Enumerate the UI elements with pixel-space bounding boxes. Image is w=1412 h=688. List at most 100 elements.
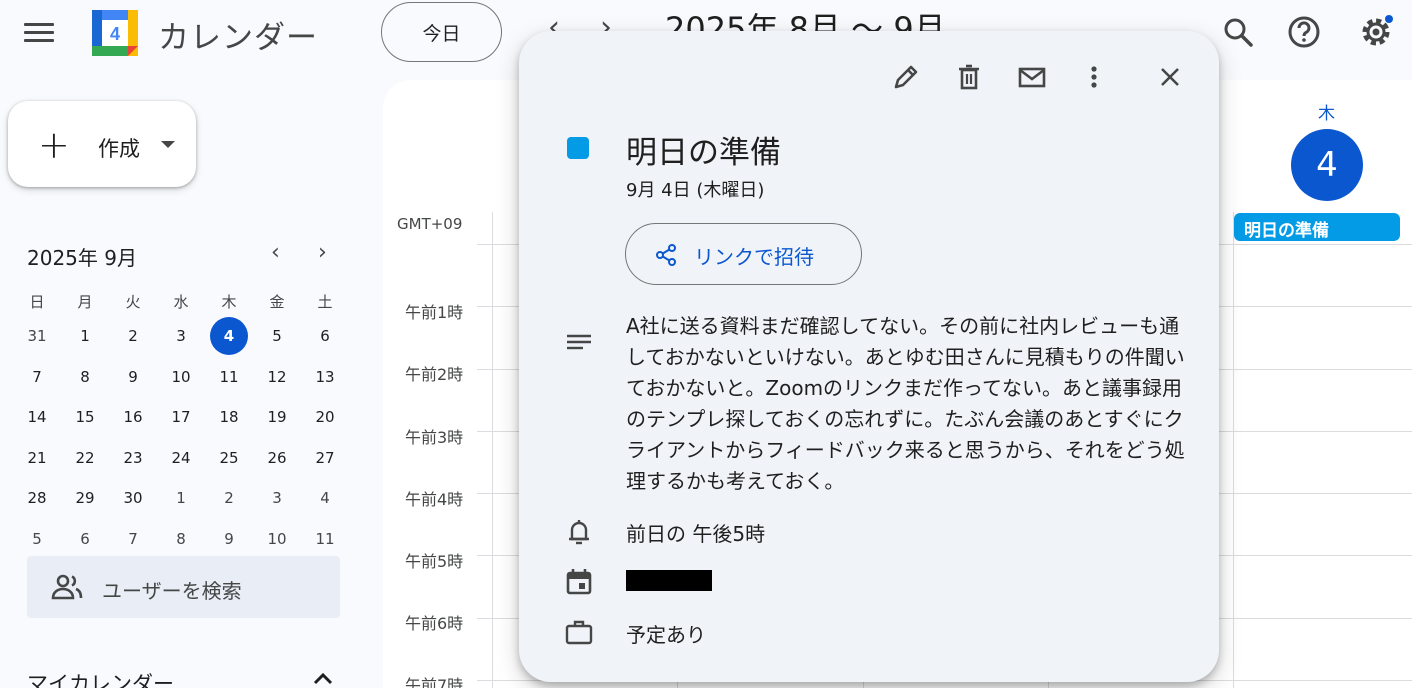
mini-calendar-day[interactable]: 14 xyxy=(13,408,61,426)
invite-by-link-button[interactable]: リンクで招待 xyxy=(625,223,862,285)
hour-label: 午前1時 xyxy=(405,303,464,322)
mini-calendar-day[interactable]: 28 xyxy=(13,489,61,507)
bell-icon xyxy=(569,520,589,545)
mini-calendar-day-label: 2 xyxy=(224,489,234,508)
email-icon[interactable] xyxy=(1016,61,1048,93)
mini-calendar-day-label: 21 xyxy=(27,448,47,467)
mini-calendar-day[interactable]: 29 xyxy=(61,489,109,507)
mini-calendar-day-label: 3 xyxy=(176,327,186,346)
app-title: カレンダー xyxy=(158,20,318,56)
mini-calendar-day[interactable]: 27 xyxy=(301,449,349,467)
main-menu-button[interactable] xyxy=(24,20,56,44)
mini-calendar-day[interactable]: 9 xyxy=(205,530,253,548)
menu-icon-bar xyxy=(24,31,54,34)
event-title: 明日の準備 xyxy=(626,135,781,171)
mini-calendar-day-label: 4 xyxy=(210,317,248,356)
mini-calendar-day[interactable]: 22 xyxy=(61,449,109,467)
weekday-label: 木 xyxy=(221,292,237,311)
mini-calendar-day-label: 1 xyxy=(80,327,90,346)
chevron-up-icon[interactable] xyxy=(312,668,334,688)
mini-calendar-day-label: 10 xyxy=(171,367,191,386)
mini-calendar-day[interactable]: 4 xyxy=(301,489,349,507)
mini-calendar-day-label: 18 xyxy=(219,408,239,427)
more-options-icon[interactable] xyxy=(1078,61,1110,93)
mini-calendar-day[interactable]: 20 xyxy=(301,408,349,426)
user-search-field[interactable]: ユーザーを検索 xyxy=(27,556,340,618)
help-icon[interactable] xyxy=(1286,14,1322,50)
mini-calendar-day-label: 19 xyxy=(267,408,287,427)
mini-calendar-day[interactable]: 3 xyxy=(157,327,205,345)
allday-event-chip[interactable]: 明日の準備 xyxy=(1234,213,1400,241)
reminder-text: 前日の 午後5時 xyxy=(626,522,766,546)
mini-calendar-day[interactable]: 13 xyxy=(301,368,349,386)
mini-calendar-day[interactable]: 2 xyxy=(109,327,157,345)
mini-calendar-title: 2025年 9月 xyxy=(27,246,137,270)
people-icon xyxy=(51,574,83,600)
calendar-logo-icon[interactable]: 4 xyxy=(90,8,140,58)
mini-calendar-day[interactable]: 7 xyxy=(13,368,61,386)
edit-icon[interactable] xyxy=(890,61,922,93)
day-column-divider xyxy=(1233,212,1234,688)
day-number-button[interactable]: 4 xyxy=(1291,129,1363,201)
mini-calendar-day[interactable]: 18 xyxy=(205,408,253,426)
mini-calendar-day[interactable]: 12 xyxy=(253,368,301,386)
mini-calendar-day[interactable]: 11 xyxy=(205,368,253,386)
mini-calendar-day[interactable]: 5 xyxy=(13,530,61,548)
dropdown-caret-icon xyxy=(161,141,175,148)
today-button[interactable]: 今日 xyxy=(381,2,502,62)
mini-calendar-day-label: 4 xyxy=(320,489,330,508)
close-icon[interactable] xyxy=(1154,61,1186,93)
mini-calendar-day[interactable]: 15 xyxy=(61,408,109,426)
mini-calendar-day-label: 30 xyxy=(123,489,143,508)
mini-calendar-day[interactable]: 5 xyxy=(253,327,301,345)
mini-calendar-day[interactable]: 26 xyxy=(253,449,301,467)
event-date: 9月 4日 (木曜日) xyxy=(626,180,765,201)
hour-label: 午前4時 xyxy=(405,490,464,509)
weekday-label: 土 xyxy=(317,292,333,311)
settings-icon[interactable] xyxy=(1358,14,1394,50)
mini-calendar-day[interactable]: 10 xyxy=(253,530,301,548)
mini-calendar-day[interactable]: 2 xyxy=(205,489,253,507)
event-description: A社に送る資料まだ確認してない。その前に社内レビューも通しておかないといけない。… xyxy=(626,314,1185,493)
mini-calendar-day-label: 28 xyxy=(27,489,47,508)
user-search-label: ユーザーを検索 xyxy=(102,579,242,603)
mini-calendar-day[interactable]: 25 xyxy=(205,449,253,467)
weekday-label: 水 xyxy=(173,292,189,311)
mini-calendar-day[interactable]: 21 xyxy=(13,449,61,467)
mini-calendar-day-label: 20 xyxy=(315,408,335,427)
mini-calendar-day[interactable]: 10 xyxy=(157,368,205,386)
mini-calendar-day[interactable]: 24 xyxy=(157,449,205,467)
mini-calendar-day[interactable]: 8 xyxy=(157,530,205,548)
mini-calendar-day[interactable]: 16 xyxy=(109,408,157,426)
mini-calendar-day[interactable]: 30 xyxy=(109,489,157,507)
mini-prev-month-icon[interactable]: ‹ xyxy=(271,240,280,265)
mini-calendar-day-label: 29 xyxy=(75,489,95,508)
mini-calendar-day[interactable]: 19 xyxy=(253,408,301,426)
mini-next-month-icon[interactable]: › xyxy=(318,240,327,265)
create-button[interactable]: + 作成 xyxy=(8,101,196,187)
mini-calendar-day[interactable]: 23 xyxy=(109,449,157,467)
mini-calendar-day[interactable]: 11 xyxy=(301,530,349,548)
mini-calendar-week: 21 22 23 24 25 26 27 xyxy=(13,438,349,479)
search-icon[interactable] xyxy=(1220,14,1256,50)
my-calendars-heading[interactable]: マイカレンダー xyxy=(27,668,174,688)
delete-icon[interactable] xyxy=(953,61,985,93)
description-icon xyxy=(567,334,591,350)
mini-calendar-day-label: 27 xyxy=(315,448,335,467)
mini-calendar-day[interactable]: 9 xyxy=(109,368,157,386)
share-icon xyxy=(656,244,676,266)
mini-calendar-day[interactable]: 17 xyxy=(157,408,205,426)
weekday-label: 日 xyxy=(29,292,45,311)
event-detail-popup: 明日の準備 9月 4日 (木曜日) リンクで招待 A社に送る資料まだ確認してない… xyxy=(519,31,1219,682)
mini-calendar-day[interactable]: 8 xyxy=(61,368,109,386)
mini-calendar-day[interactable]: 3 xyxy=(253,489,301,507)
mini-calendar-day[interactable]: 4 xyxy=(205,317,253,356)
mini-calendar-day[interactable]: 31 xyxy=(13,327,61,345)
mini-calendar-day[interactable]: 1 xyxy=(157,489,205,507)
mini-calendar-day[interactable]: 7 xyxy=(109,530,157,548)
mini-calendar-day[interactable]: 1 xyxy=(61,327,109,345)
hour-label: 午前3時 xyxy=(405,428,464,447)
mini-calendar-day[interactable]: 6 xyxy=(61,530,109,548)
mini-calendar-day[interactable]: 6 xyxy=(301,327,349,345)
mini-calendar-day-label: 6 xyxy=(80,529,90,548)
